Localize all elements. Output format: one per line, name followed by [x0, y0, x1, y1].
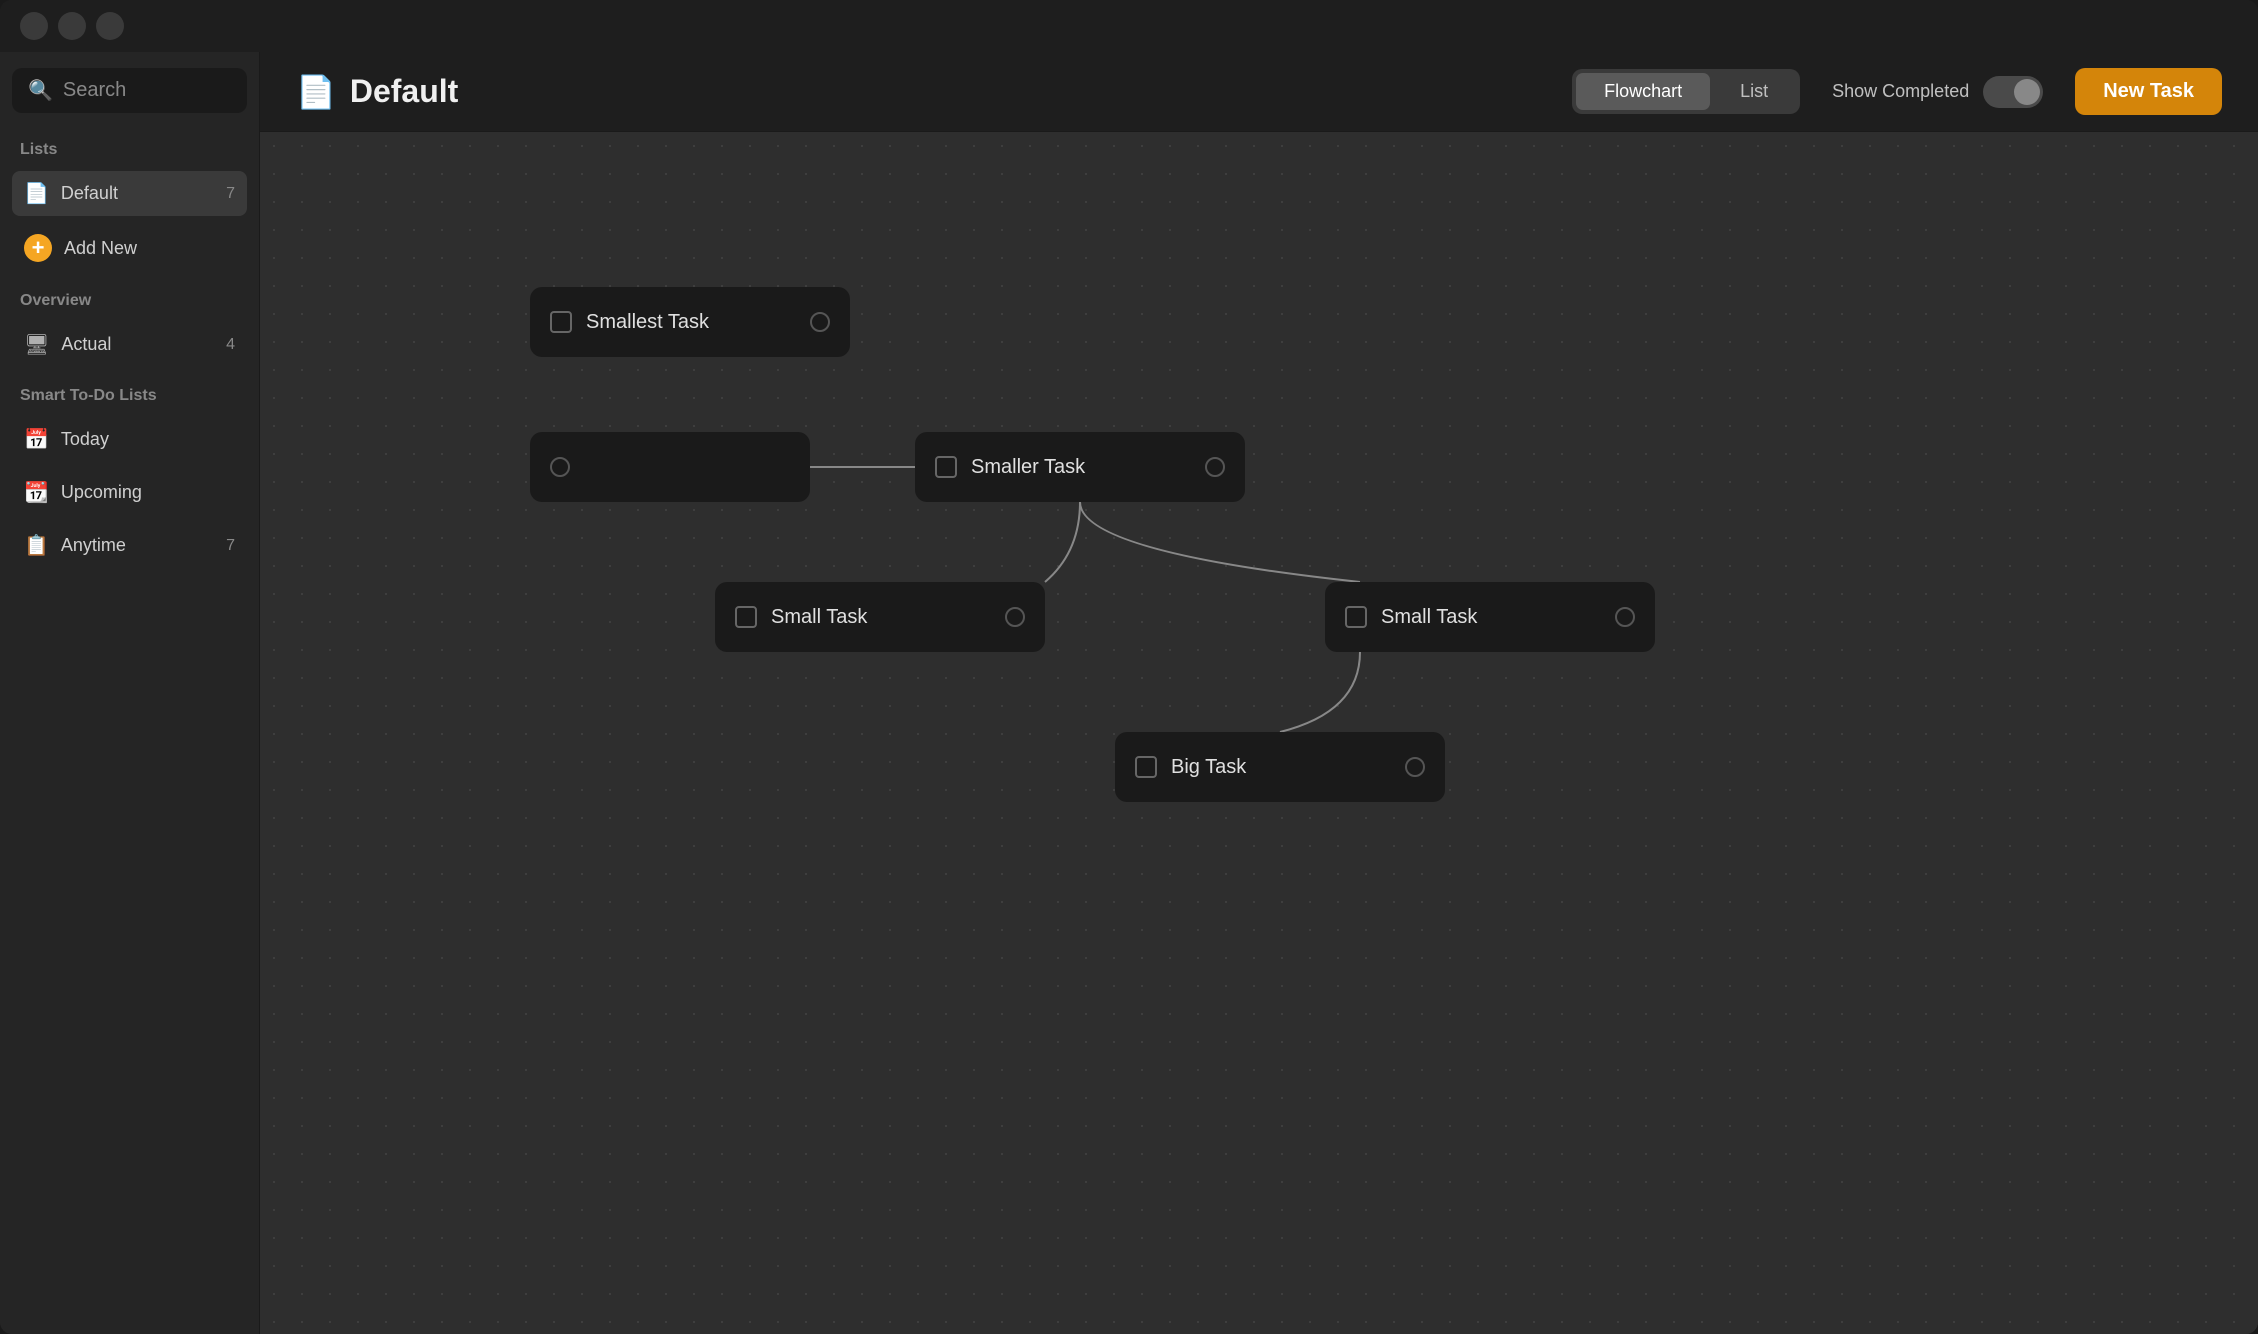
connector-smaller-to-small2 — [1080, 502, 1360, 582]
search-label: Search — [63, 79, 126, 102]
sidebar-item-default[interactable]: 📄 Default 7 — [12, 171, 247, 216]
task-label-smallest: Smallest Task — [586, 311, 796, 334]
sidebar-item-anytime-label: Anytime — [61, 535, 126, 556]
task-circle-smaller[interactable] — [1205, 457, 1225, 477]
upcoming-icon: 📆 — [24, 480, 49, 505]
task-checkbox-small2[interactable] — [1345, 606, 1367, 628]
list-view-button[interactable]: List — [1712, 73, 1796, 110]
sidebar-item-default-count: 7 — [226, 185, 235, 203]
task-checkbox-smallest[interactable] — [550, 311, 572, 333]
task-checkbox-smaller[interactable] — [935, 456, 957, 478]
sidebar: 🔍 Search Lists 📄 Default 7 + Add New Ove… — [0, 52, 260, 1334]
sidebar-item-actual-count: 4 — [226, 336, 235, 354]
flowchart-view-button[interactable]: Flowchart — [1576, 73, 1710, 110]
add-new-item[interactable]: + Add New — [12, 224, 247, 272]
task-circle-small1[interactable] — [1005, 607, 1025, 627]
task-circle-stub[interactable] — [550, 457, 570, 477]
main-layout: 🔍 Search Lists 📄 Default 7 + Add New Ove… — [0, 52, 2258, 1334]
sidebar-item-upcoming[interactable]: 📆 Upcoming — [12, 470, 247, 515]
task-label-smaller: Smaller Task — [971, 456, 1191, 479]
task-node-small2[interactable]: Small Task — [1325, 582, 1655, 652]
new-task-button[interactable]: New Task — [2075, 68, 2222, 115]
sidebar-item-anytime[interactable]: 📋 Anytime 7 — [12, 523, 247, 568]
toggle-knob — [2014, 79, 2040, 105]
add-new-label: Add New — [64, 238, 137, 259]
show-completed-toggle[interactable] — [1983, 76, 2043, 108]
content-header: 📄 Default Flowchart List Show Completed … — [260, 52, 2258, 132]
smart-section-label: Smart To-Do Lists — [12, 383, 247, 409]
task-circle-big[interactable] — [1405, 757, 1425, 777]
traffic-lights — [20, 12, 124, 40]
sidebar-item-actual[interactable]: 🖥 Actual 4 — [12, 322, 247, 367]
page-title: Default — [350, 73, 458, 110]
task-label-small1: Small Task — [771, 606, 991, 629]
task-node-big[interactable]: Big Task — [1115, 732, 1445, 802]
anytime-icon: 📋 — [24, 533, 49, 558]
task-node-small1[interactable]: Small Task — [715, 582, 1045, 652]
app-window: 🔍 Search Lists 📄 Default 7 + Add New Ove… — [0, 0, 2258, 1334]
sidebar-item-upcoming-label: Upcoming — [61, 482, 142, 503]
connector-smaller-to-small1 — [1045, 502, 1080, 582]
task-checkbox-big[interactable] — [1135, 756, 1157, 778]
sidebar-item-default-label: Default — [61, 183, 118, 204]
sidebar-item-today[interactable]: 📅 Today — [12, 417, 247, 462]
document-icon: 📄 — [24, 181, 49, 206]
view-toggle: Flowchart List — [1572, 69, 1800, 114]
task-node-smallest[interactable]: Smallest Task — [530, 287, 850, 357]
sidebar-item-actual-label: Actual — [61, 334, 111, 355]
flowchart-canvas: Smallest Task Smaller Task Small Task — [260, 132, 2258, 1334]
task-checkbox-small1[interactable] — [735, 606, 757, 628]
titlebar — [0, 0, 2258, 52]
close-button[interactable] — [20, 12, 48, 40]
sidebar-item-anytime-count: 7 — [226, 537, 235, 555]
task-circle-small2[interactable] — [1615, 607, 1635, 627]
task-node-stub[interactable] — [530, 432, 810, 502]
overview-section-label: Overview — [12, 288, 247, 314]
task-label-big: Big Task — [1171, 756, 1391, 779]
show-completed-area: Show Completed — [1832, 76, 2043, 108]
page-title-area: 📄 Default — [296, 73, 1540, 111]
task-label-small2: Small Task — [1381, 606, 1601, 629]
sidebar-item-today-label: Today — [61, 429, 109, 450]
task-node-smaller[interactable]: Smaller Task — [915, 432, 1245, 502]
search-icon: 🔍 — [28, 78, 53, 103]
task-circle-smallest[interactable] — [810, 312, 830, 332]
connector-small2-to-big — [1280, 652, 1360, 732]
today-icon: 📅 — [24, 427, 49, 452]
lists-section-label: Lists — [12, 137, 247, 163]
page-title-icon: 📄 — [296, 73, 336, 111]
maximize-button[interactable] — [96, 12, 124, 40]
add-icon: + — [24, 234, 52, 262]
content-area: 📄 Default Flowchart List Show Completed … — [260, 52, 2258, 1334]
monitor-icon: 🖥 — [24, 332, 49, 357]
search-bar[interactable]: 🔍 Search — [12, 68, 247, 113]
show-completed-label: Show Completed — [1832, 81, 1969, 102]
minimize-button[interactable] — [58, 12, 86, 40]
